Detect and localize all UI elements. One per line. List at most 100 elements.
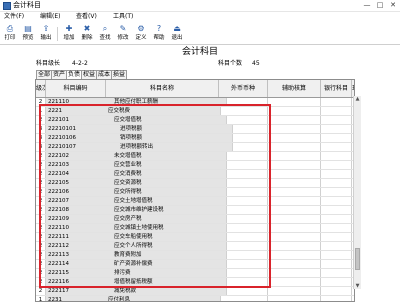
cell-name: 教育费附加 bbox=[106, 251, 227, 259]
table-row[interactable]: 2 222108 应交城市维护建设税 bbox=[36, 206, 354, 215]
delete-button[interactable]: ✖ 删除 bbox=[79, 24, 95, 43]
table-row[interactable]: 2 222114 矿产资源补偿费 bbox=[36, 260, 354, 269]
table-row[interactable]: 3 22210107 进项税额转出 bbox=[36, 143, 354, 152]
table-row[interactable]: 2 222113 教育费附加 bbox=[36, 251, 354, 260]
cell-name: 应交营业税 bbox=[106, 161, 227, 169]
help-button[interactable]: ? 帮助 bbox=[151, 24, 167, 43]
cell-code: 222105 bbox=[46, 179, 107, 187]
cell-bank bbox=[321, 179, 352, 187]
scroll-up-icon[interactable]: ▲ bbox=[354, 96, 361, 102]
export-button[interactable]: ⇪ 输出 bbox=[38, 24, 54, 43]
cell-currency bbox=[219, 296, 268, 301]
table-row[interactable]: 2 222107 应交土地增值税 bbox=[36, 197, 354, 206]
col-bank[interactable]: 银行科目 bbox=[321, 80, 352, 97]
table-row[interactable]: 2 222103 应交营业税 bbox=[36, 161, 354, 170]
scroll-thumb[interactable] bbox=[355, 248, 360, 270]
col-auxiliary[interactable]: 辅助核算 bbox=[268, 80, 321, 97]
table-row[interactable]: 2 222109 应交房产税 bbox=[36, 215, 354, 224]
table-row[interactable]: 2 222110 应交城镇土地使用税 bbox=[36, 224, 354, 233]
cell-auxiliary bbox=[268, 242, 321, 250]
cell-level: 2 bbox=[36, 269, 46, 277]
scroll-down-icon[interactable]: ▼ bbox=[354, 283, 361, 289]
col-level[interactable]: 级次 bbox=[36, 80, 46, 97]
cell-auxiliary bbox=[268, 197, 321, 205]
print-label: 打印 bbox=[4, 35, 16, 41]
cell-bank bbox=[321, 161, 352, 169]
define-button[interactable]: ⚙ 定义 bbox=[133, 24, 149, 43]
cell-currency bbox=[219, 278, 268, 286]
menu-edit[interactable]: 编辑(E) bbox=[40, 13, 60, 21]
cell-bank bbox=[321, 224, 352, 232]
add-button[interactable]: ✚ 增加 bbox=[61, 24, 77, 43]
cell-name: 应付利息 bbox=[106, 296, 221, 301]
menu-tools[interactable]: 工具(T) bbox=[113, 13, 133, 21]
level-value: 4-2-2 bbox=[72, 60, 88, 67]
cell-currency bbox=[219, 170, 268, 178]
cell-level: 2 bbox=[36, 287, 46, 295]
maximize-button[interactable]: □ bbox=[375, 1, 385, 10]
table-row[interactable]: 1 2221 应交税费 bbox=[36, 107, 354, 116]
cell-currency bbox=[219, 233, 268, 241]
table-row[interactable]: 2 222116 增值税留抵税额 bbox=[36, 278, 354, 287]
export-label: 输出 bbox=[40, 35, 52, 41]
print-button[interactable]: ⎙ 打印 bbox=[2, 24, 18, 43]
vertical-scrollbar[interactable]: ▲ ▼ bbox=[353, 96, 361, 289]
add-label: 增加 bbox=[63, 35, 75, 41]
cell-bank bbox=[321, 98, 352, 106]
table-row[interactable]: 2 222104 应交消费税 bbox=[36, 170, 354, 179]
edit-button[interactable]: ✎ 修改 bbox=[115, 24, 131, 43]
col-currency[interactable]: 外币币种 bbox=[219, 80, 268, 97]
col-name[interactable]: 科目名称 bbox=[106, 80, 219, 97]
table-row[interactable]: 2 222117 减免税款 bbox=[36, 287, 354, 296]
preview-button[interactable]: ▤ 预览 bbox=[20, 24, 36, 43]
cell-level: 3 bbox=[36, 143, 46, 151]
find-icon: ⌕ bbox=[102, 24, 108, 33]
find-button[interactable]: ⌕ 查找 bbox=[97, 24, 113, 43]
exit-button[interactable]: ⏏ 退出 bbox=[169, 24, 185, 43]
edit-icon: ✎ bbox=[119, 24, 127, 33]
cell-bank bbox=[321, 278, 352, 286]
help-label: 帮助 bbox=[153, 35, 165, 41]
table-row[interactable]: 2 221110 其他应付职工薪酬 bbox=[36, 98, 354, 107]
table-row[interactable]: 1 2231 应付利息 bbox=[36, 296, 354, 301]
cell-currency bbox=[219, 116, 268, 124]
table-row[interactable]: 2 222101 应交增值税 bbox=[36, 116, 354, 125]
cell-currency bbox=[219, 287, 268, 295]
table-row[interactable]: 2 222105 应交资源税 bbox=[36, 179, 354, 188]
table-row[interactable]: 2 222115 排污费 bbox=[36, 269, 354, 278]
cell-code: 222106 bbox=[46, 188, 107, 196]
tab-cost[interactable]: 成本 bbox=[96, 70, 112, 79]
cell-bank bbox=[321, 134, 352, 142]
cell-code: 221110 bbox=[46, 98, 107, 106]
col-cash[interactable]: 现金 bbox=[352, 80, 354, 97]
close-button[interactable]: ✕ bbox=[388, 1, 398, 10]
tab-profit-loss[interactable]: 损益 bbox=[111, 70, 127, 79]
menu-file[interactable]: 文件(F) bbox=[4, 13, 24, 21]
cell-bank bbox=[321, 215, 352, 223]
table-row[interactable]: 2 222112 应交个人所得税 bbox=[36, 242, 354, 251]
minimize-button[interactable]: — bbox=[362, 1, 372, 10]
table-row[interactable]: 2 222106 应交所得税 bbox=[36, 188, 354, 197]
cell-auxiliary bbox=[268, 215, 321, 223]
tab-equity[interactable]: 权益 bbox=[81, 70, 97, 79]
exit-label: 退出 bbox=[171, 35, 183, 41]
print-icon: ⎙ bbox=[6, 24, 14, 33]
tab-assets[interactable]: 资产 bbox=[51, 70, 67, 79]
cell-level: 2 bbox=[36, 215, 46, 223]
cell-code: 222113 bbox=[46, 251, 107, 259]
cell-code: 222102 bbox=[46, 152, 107, 160]
table-row[interactable]: 2 222102 未交增值税 bbox=[36, 152, 354, 161]
cell-name: 应交资源税 bbox=[106, 179, 227, 187]
col-code[interactable]: 科目编码 bbox=[46, 80, 106, 97]
cell-level: 3 bbox=[36, 134, 46, 142]
help-icon: ? bbox=[156, 24, 162, 33]
cell-currency bbox=[219, 143, 268, 151]
cell-name: 应交税费 bbox=[106, 107, 221, 115]
cell-level: 2 bbox=[36, 206, 46, 214]
menu-view[interactable]: 查看(V) bbox=[76, 13, 97, 21]
table-row[interactable]: 3 22210106 销项税额 bbox=[36, 134, 354, 143]
tab-all[interactable]: 全部 bbox=[36, 70, 52, 79]
cell-bank bbox=[321, 287, 352, 295]
table-row[interactable]: 3 22210101 进项税额 bbox=[36, 125, 354, 134]
table-row[interactable]: 2 222111 应交车船使用税 bbox=[36, 233, 354, 242]
